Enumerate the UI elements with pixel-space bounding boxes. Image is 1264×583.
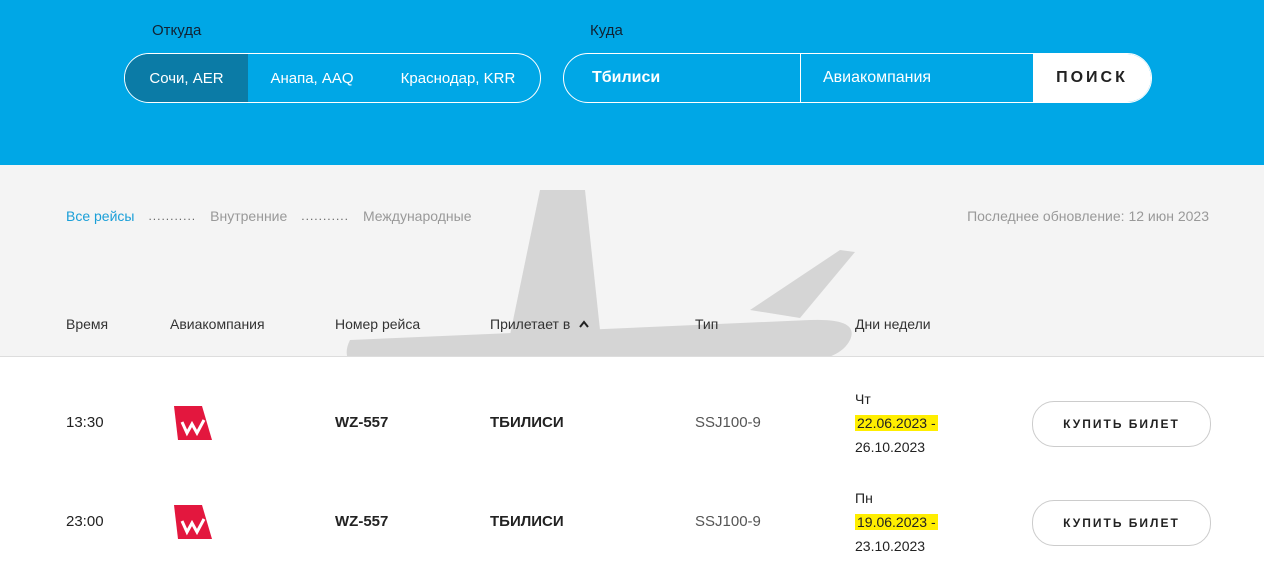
- origin-option-sochi[interactable]: Сочи, AER: [125, 54, 248, 102]
- col-time[interactable]: Время: [66, 316, 108, 332]
- flight-time: 13:30: [66, 414, 104, 431]
- buy-ticket-button[interactable]: КУПИТЬ БИЛЕТ: [1032, 401, 1211, 447]
- schedule-days: Пн 19.06.2023 - 23.10.2023: [855, 486, 938, 558]
- from-label: Откуда: [152, 22, 202, 39]
- flight-number: WZ-557: [335, 513, 389, 530]
- weekday: Чт: [855, 391, 871, 407]
- period-end: 26.10.2023: [855, 439, 926, 455]
- table-row: 23:00 WZ-557 ТБИЛИСИ SSJ100-9 Пн 19.06.2…: [0, 479, 1264, 579]
- col-days[interactable]: Дни недели: [855, 316, 931, 332]
- airline-logo-icon: [174, 505, 212, 539]
- flight-number: WZ-557: [335, 414, 389, 431]
- search-button[interactable]: ПОИСК: [1033, 54, 1151, 102]
- buy-ticket-button[interactable]: КУПИТЬ БИЛЕТ: [1032, 500, 1211, 546]
- aircraft-type: SSJ100-9: [695, 414, 761, 431]
- destination-search: Тбилиси Авиакомпания ПОИСК: [563, 53, 1152, 103]
- flight-destination: ТБИЛИСИ: [490, 414, 564, 431]
- col-airline[interactable]: Авиакомпания: [170, 316, 265, 332]
- origin-selector: Сочи, AER Анапа, AAQ Краснодар, KRR: [124, 53, 541, 103]
- flight-time: 23:00: [66, 513, 104, 530]
- sort-up-icon: [579, 320, 589, 328]
- last-updated: Последнее обновление: 12 июн 2023: [967, 208, 1209, 224]
- origin-option-krasnodar[interactable]: Краснодар, KRR: [376, 54, 540, 102]
- last-updated-label: Последнее обновление:: [967, 208, 1125, 224]
- last-updated-date: 12 июн 2023: [1128, 208, 1209, 224]
- col-flight[interactable]: Номер рейса: [335, 316, 420, 332]
- to-label: Куда: [590, 22, 623, 39]
- period-start: 19.06.2023 -: [855, 514, 938, 530]
- filter-separator: ...........: [301, 209, 349, 223]
- airline-logo-icon: [174, 406, 212, 440]
- schedule-days: Чт 22.06.2023 - 26.10.2023: [855, 387, 938, 459]
- filter-separator: ...........: [148, 209, 197, 223]
- period-end: 23.10.2023: [855, 538, 926, 554]
- col-arrives-label: Прилетает в: [490, 316, 571, 332]
- filter-domestic[interactable]: Внутренние: [210, 208, 287, 224]
- destination-field[interactable]: Тбилиси: [564, 54, 801, 102]
- period-start: 22.06.2023 -: [855, 415, 938, 431]
- aircraft-type: SSJ100-9: [695, 513, 761, 530]
- flight-type-filters: Все рейсы ........... Внутренние .......…: [66, 208, 471, 224]
- origin-option-anapa[interactable]: Анапа, AAQ: [248, 54, 376, 102]
- weekday: Пн: [855, 490, 873, 506]
- flight-destination: ТБИЛИСИ: [490, 513, 564, 530]
- airline-field[interactable]: Авиакомпания: [801, 54, 1033, 102]
- table-row: 13:30 WZ-557 ТБИЛИСИ SSJ100-9 Чт 22.06.2…: [0, 380, 1264, 480]
- filter-international[interactable]: Международные: [363, 208, 472, 224]
- filter-all[interactable]: Все рейсы: [66, 208, 134, 224]
- col-arrives[interactable]: Прилетает в: [490, 316, 590, 332]
- search-header: Откуда Куда Сочи, AER Анапа, AAQ Краснод…: [0, 0, 1264, 165]
- col-type[interactable]: Тип: [695, 316, 718, 332]
